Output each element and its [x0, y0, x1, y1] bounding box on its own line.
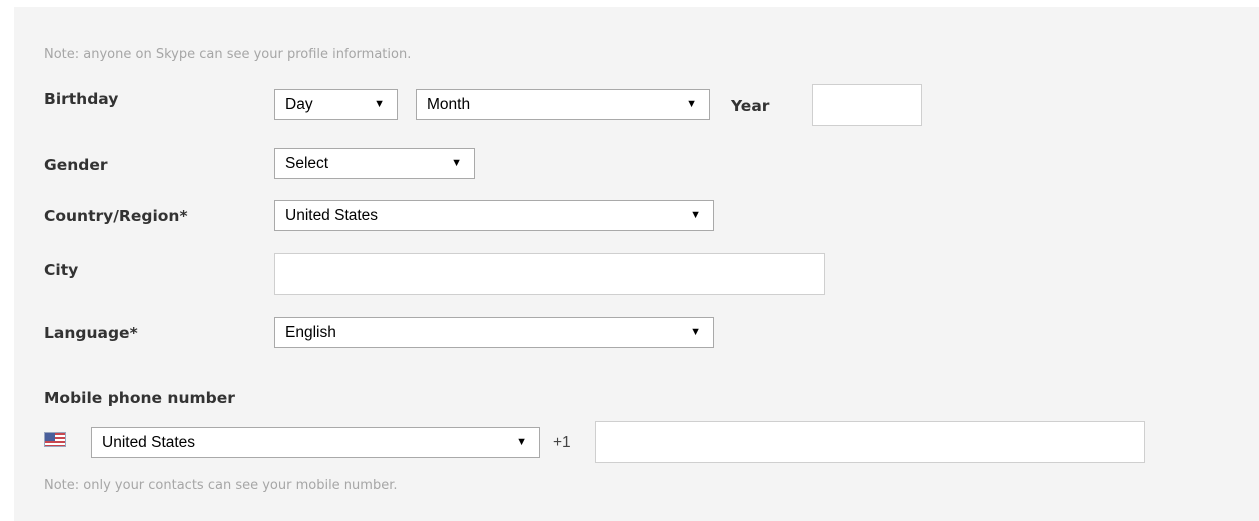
- gender-value: Select: [285, 155, 329, 172]
- birthday-day-select[interactable]: Day ▼: [274, 89, 398, 120]
- birthday-day-value: Day: [285, 96, 313, 113]
- mobile-country-value: United States: [102, 434, 196, 451]
- gender-label: Gender: [44, 156, 108, 174]
- mobile-visibility-note: Note: only your contacts can see your mo…: [44, 478, 398, 493]
- mobile-number-input[interactable]: [595, 421, 1145, 463]
- chevron-down-icon: ▼: [690, 209, 701, 221]
- chevron-down-icon: ▼: [516, 436, 527, 448]
- profile-visibility-note: Note: anyone on Skype can see your profi…: [44, 47, 412, 62]
- city-input[interactable]: [274, 253, 825, 295]
- chevron-down-icon: ▼: [690, 326, 701, 338]
- birthday-year-label: Year: [731, 97, 770, 115]
- country-region-label: Country/Region*: [44, 207, 188, 225]
- gender-select[interactable]: Select ▼: [274, 148, 475, 179]
- birthday-label: Birthday: [44, 90, 119, 108]
- mobile-country-select[interactable]: United States ▼: [91, 427, 540, 458]
- mobile-phone-heading: Mobile phone number: [44, 389, 235, 407]
- language-value: English: [285, 324, 336, 341]
- city-label: City: [44, 261, 79, 279]
- country-region-select[interactable]: United States ▼: [274, 200, 714, 231]
- language-label: Language*: [44, 324, 138, 342]
- birthday-month-value: Month: [427, 96, 471, 113]
- country-region-value: United States: [285, 207, 379, 224]
- dial-code: +1: [553, 434, 571, 451]
- us-flag-icon: [44, 432, 66, 447]
- birthday-month-select[interactable]: Month ▼: [416, 89, 710, 120]
- chevron-down-icon: ▼: [686, 98, 697, 110]
- chevron-down-icon: ▼: [374, 98, 385, 110]
- birthday-year-input[interactable]: [812, 84, 922, 126]
- chevron-down-icon: ▼: [451, 157, 462, 169]
- language-select[interactable]: English ▼: [274, 317, 714, 348]
